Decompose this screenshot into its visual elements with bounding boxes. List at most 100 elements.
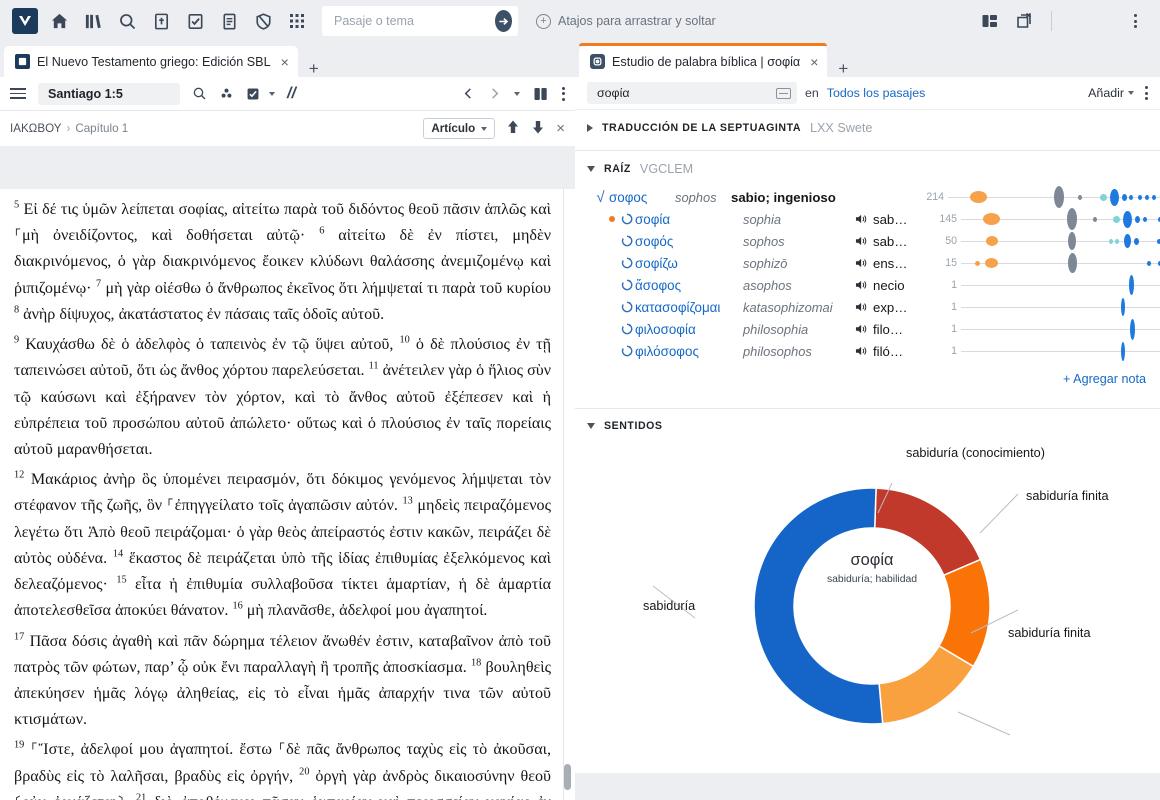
tab-close-icon[interactable]: × [281,55,289,69]
app-logo[interactable] [8,4,42,38]
close-icon[interactable]: × [556,121,565,136]
layout-panels-icon[interactable] [973,4,1007,38]
root-word-row[interactable]: ἄσοφος asophos necio 1 [575,274,1160,296]
kebab-menu-icon[interactable] [1145,86,1148,100]
notes-check-icon[interactable] [178,4,212,38]
donut-segment[interactable] [878,644,975,725]
donut-segment[interactable] [753,487,884,725]
right-tabstrip: Estudio de palabra bíblica | σοφία × + [575,42,1160,77]
highlight-icon[interactable] [219,86,234,101]
lemma-greek[interactable]: ἄσοφος [635,278,743,293]
chevron-down-icon[interactable] [269,91,275,96]
root-word-row[interactable]: σοφίζω sophizō ens… 15 [575,252,1160,274]
breadcrumb-book[interactable]: ΙΑΚΩΒΟΥ [10,122,61,135]
root-word-row[interactable]: κατασοφίζομαι katasophizomai exp… 1 [575,296,1160,318]
parallel-icon[interactable]: // [287,85,296,103]
new-tab-button[interactable]: + [838,60,848,77]
notes-icon[interactable] [246,87,275,101]
chevron-right-icon[interactable] [587,124,593,132]
root-head-row[interactable]: √ σοφος sophos sabio; ingenioso 214 [575,186,1160,208]
speaker-icon[interactable] [855,279,873,291]
lemma-greek[interactable]: σοφία [635,212,743,227]
verse-paragraph[interactable]: 17 Πᾶσα δόσις ἀγαθὴ καὶ πᾶν δώρημα τέλει… [14,629,551,734]
plus-circle-icon: + [536,13,551,29]
root-word-row[interactable]: φιλόσοφος philosophos filó… 1 [575,340,1160,362]
hamburger-icon[interactable] [10,87,26,100]
speaker-icon[interactable] [855,301,873,313]
septuagint-source: LXX Swete [810,121,873,135]
document-scrollbar[interactable] [564,189,573,800]
lemma-circle-icon[interactable] [618,235,635,247]
speaker-icon[interactable] [855,257,873,269]
root-word-row[interactable]: φιλοσοφία philosophia filo… 1 [575,318,1160,340]
verse-paragraph[interactable]: 5 Εἰ δέ τις ὑμῶν λείπεται σοφίας, αἰτείτ… [14,197,551,328]
home-icon[interactable] [42,4,76,38]
filter-select[interactable]: Artículo [423,118,496,139]
word-input[interactable]: σοφία [587,82,797,104]
lemma-circle-icon[interactable] [618,301,635,313]
verse-paragraph[interactable]: 12 Μακάριος ἀνὴρ ὃς ὑπομένει πειρασμόν, … [14,467,551,624]
close-layout-icon[interactable] [1007,4,1041,38]
root-count: 214 [926,191,944,203]
lemma-greek[interactable]: σοφίζω [635,256,743,271]
lemma-circle-icon[interactable] [618,213,635,225]
root-greek[interactable]: σοφος [609,190,675,205]
lemma-circle-icon[interactable] [618,279,635,291]
lemma-gloss: filo… [873,321,904,337]
root-header[interactable]: RAÍZ VGCLEM [575,151,1160,182]
lemma-circle-icon[interactable] [618,257,635,269]
root-word-row[interactable]: σοφός sophos sab… 50 [575,230,1160,252]
senses-donut-chart[interactable]: σοφία sabiduría; habilidad sabiduría (co… [575,438,1160,773]
lemma-circle-icon[interactable] [618,323,635,335]
greek-text-body[interactable]: 5 Εἰ δέ τις ὑμῶν λείπεται σοφίας, αἰτείτ… [0,189,575,800]
reference-input[interactable]: Santiago 1:5 [38,82,180,105]
speaker-icon[interactable] [855,235,873,247]
keyboard-icon[interactable] [776,87,791,99]
split-view-icon[interactable] [533,86,549,102]
add-note-link[interactable]: + Agregar nota [1063,372,1146,386]
scroll-up-icon[interactable] [506,119,520,138]
lemma-circle-icon[interactable] [618,345,635,357]
lemma-greek[interactable]: φιλόσοφος [635,344,743,359]
root-word-row[interactable]: σοφία sophia sab… 145 [575,208,1160,230]
scrollbar-thumb[interactable] [564,764,571,790]
drag-drop-shortcuts[interactable]: + Atajos para arrastrar y soltar [536,13,716,29]
kebab-menu-icon[interactable] [562,86,565,101]
search-input[interactable] [334,14,495,28]
blocked-icon[interactable] [246,4,280,38]
lemma-greek[interactable]: κατασοφίζομαι [635,300,743,315]
new-tab-button[interactable]: + [309,60,319,77]
word-study-favicon-icon [590,54,605,69]
senses-header[interactable]: SENTIDOS [575,409,1160,438]
kebab-menu-icon[interactable] [1118,4,1152,38]
add-button[interactable]: Añadir [1088,86,1134,100]
scroll-down-icon[interactable] [531,119,545,138]
verse-paragraph[interactable]: 19 ⸀Ἴστε, ἀδελφοί μου ἀγαπητοί. ἔστω ⸀δὲ… [14,737,551,800]
search-icon[interactable] [192,86,207,101]
septuagint-header[interactable]: TRADUCCIÓN DE LA SEPTUAGINTA LXX Swete [575,110,1160,141]
chevron-down-icon[interactable] [587,166,595,172]
apps-grid-icon[interactable] [280,4,314,38]
breadcrumb-chapter[interactable]: Capítulo 1 [75,122,128,135]
chevron-right-icon[interactable] [488,87,501,100]
add-note-row: + Agregar nota [575,362,1160,399]
speaker-icon[interactable] [855,323,873,335]
speaker-icon[interactable] [855,213,873,225]
lemma-greek[interactable]: φιλοσοφία [635,322,743,337]
verse-paragraph[interactable]: 9 Καυχάσθω δὲ ὁ ἀδελφὸς ὁ ταπεινὸς ἐν τῷ… [14,332,551,463]
bible-icon[interactable] [144,4,178,38]
chevron-left-icon[interactable] [462,87,475,100]
library-icon[interactable] [76,4,110,38]
global-search[interactable] [322,6,518,36]
speaker-icon[interactable] [855,345,873,357]
tab-close-icon[interactable]: × [810,55,818,69]
search-icon[interactable] [110,4,144,38]
chevron-down-icon[interactable] [514,91,520,96]
tab-word-study[interactable]: Estudio de palabra bíblica | σοφία × [579,43,828,77]
lemma-greek[interactable]: σοφός [635,234,743,249]
search-go-icon[interactable] [495,10,512,32]
scope-link[interactable]: Todos los pasajes [827,86,926,100]
tab-greek-nt[interactable]: El Nuevo Testamento griego: Edición SBL … [4,46,298,77]
document-icon[interactable] [212,4,246,38]
chevron-down-icon[interactable] [587,423,595,429]
